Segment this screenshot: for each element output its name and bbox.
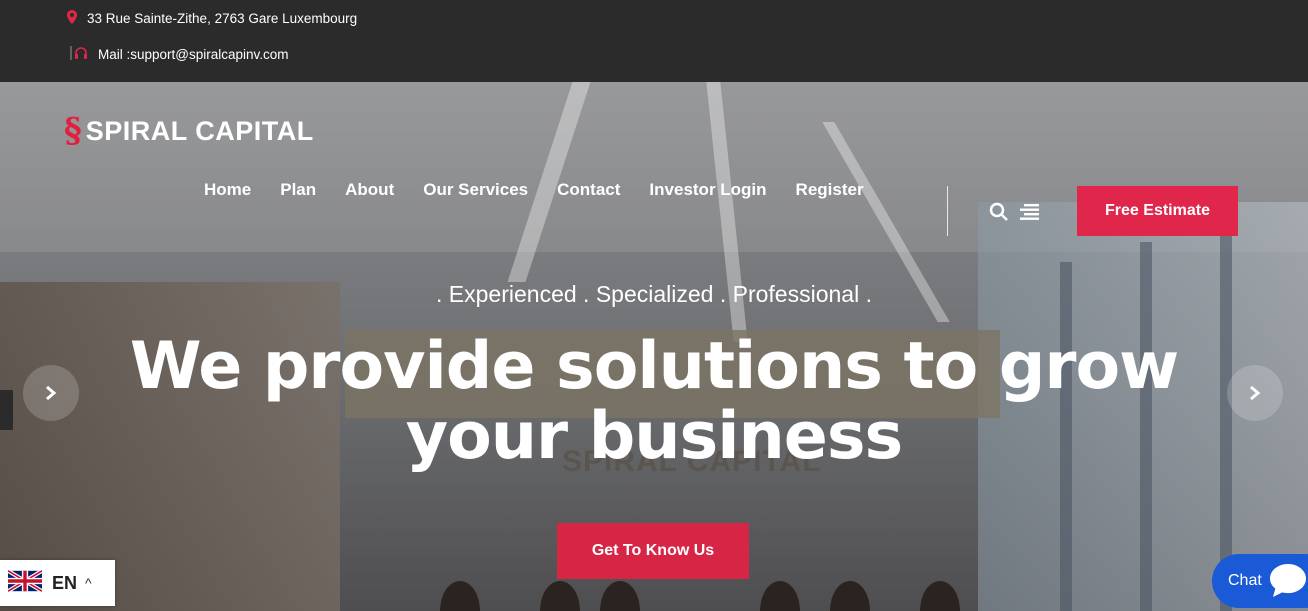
main-nav: Home Plan About Our Services Contact Inv…: [204, 180, 893, 200]
chevron-right-icon: [1250, 385, 1261, 401]
chevron-up-icon: ^: [85, 575, 92, 591]
mail-row: Mail :support@spiralcapinv.com: [70, 46, 289, 63]
address-text: 33 Rue Sainte-Zithe, 2763 Gare Luxembour…: [87, 11, 358, 26]
hero-headline: We provide solutions to grow your busine…: [0, 332, 1308, 472]
logo[interactable]: § SPIRAL CAPITAL: [64, 114, 314, 148]
chat-bubble-icon[interactable]: [1268, 560, 1308, 600]
nav-about[interactable]: About: [345, 180, 394, 200]
headset-icon: [70, 46, 88, 63]
prev-slide-button[interactable]: [23, 365, 79, 421]
free-estimate-button[interactable]: Free Estimate: [1077, 186, 1238, 236]
hero-headline-line2: your business: [405, 399, 904, 474]
hero-headline-line1: We provide solutions to grow: [129, 329, 1179, 404]
nav-register[interactable]: Register: [796, 180, 864, 200]
top-info-bar: 33 Rue Sainte-Zithe, 2763 Gare Luxembour…: [0, 0, 1308, 82]
chevron-right-icon: [46, 385, 57, 401]
nav-investor-login[interactable]: Investor Login: [649, 180, 766, 200]
side-tab[interactable]: [0, 390, 13, 430]
chat-label: Chat: [1228, 572, 1262, 589]
menu-icon[interactable]: [1020, 203, 1040, 226]
next-slide-button[interactable]: [1227, 365, 1283, 421]
mail-text[interactable]: Mail :support@spiralcapinv.com: [98, 47, 289, 62]
map-pin-icon: [67, 10, 77, 27]
nav-home[interactable]: Home: [204, 180, 251, 200]
hero-tagline: . Experienced . Specialized . Profession…: [436, 281, 872, 307]
address-row: 33 Rue Sainte-Zithe, 2763 Gare Luxembour…: [67, 10, 357, 27]
language-switcher[interactable]: EN ^: [0, 560, 115, 606]
logo-mark-icon: §: [64, 111, 82, 151]
nav-divider: [947, 186, 948, 236]
logo-text: SPIRAL CAPITAL: [85, 115, 314, 146]
nav-contact[interactable]: Contact: [557, 180, 620, 200]
nav-plan[interactable]: Plan: [280, 180, 316, 200]
nav-our-services[interactable]: Our Services: [423, 180, 528, 200]
get-to-know-us-button[interactable]: Get To Know Us: [557, 523, 749, 579]
search-icon[interactable]: [989, 202, 1009, 227]
uk-flag-icon: [6, 568, 44, 597]
language-code: EN: [52, 572, 78, 593]
